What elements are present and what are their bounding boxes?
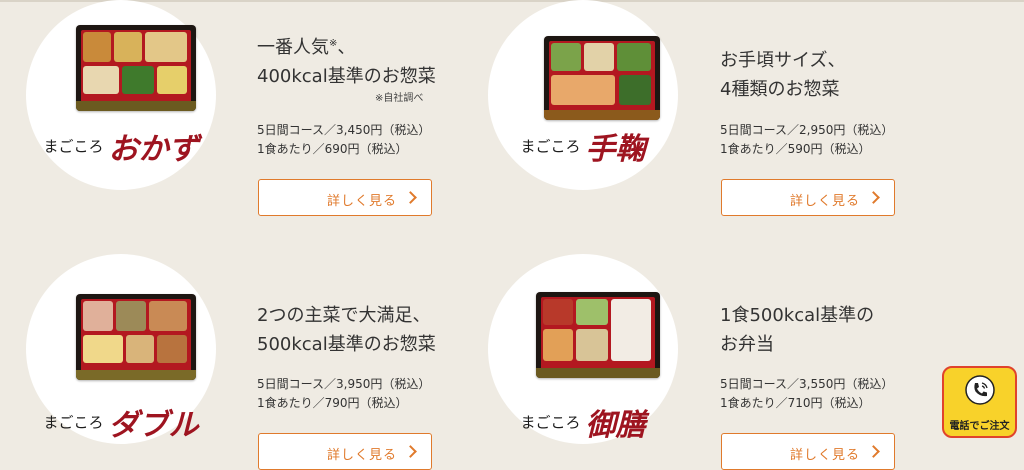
chevron-right-icon [867,445,880,458]
product-headline: お手頃サイズ、 4種類のお惣菜 [720,50,846,100]
product-headline: 1食500kcal基準の お弁当 [720,305,875,355]
product-image-circle: まごころ 御膳 [488,254,678,444]
brand-logo: まごころ 手鞠 [520,132,646,167]
product-card-temari: まごころ 手鞠 お手頃サイズ、 4種類のお惣菜 5日間コース／2,950円（税込… [0,0,1024,230]
price-info: 5日間コース／3,550円（税込） 1食あたり／710円（税込） [720,377,894,410]
brand-logo: まごころ 御膳 [520,408,646,443]
phone-icon [965,375,995,405]
bento-image [536,292,660,378]
price-info: 5日間コース／2,950円（税込） 1食あたり／590円（税込） [720,123,894,156]
phone-order-button[interactable]: 電話でご注文 [942,366,1017,438]
details-button[interactable]: 詳しく見る [721,179,895,216]
bento-image [544,36,660,120]
product-card-gozen: まごころ 御膳 1食500kcal基準の お弁当 5日間コース／3,550円（税… [0,254,1024,470]
phone-order-label: 電話でご注文 [949,421,1010,432]
details-button[interactable]: 詳しく見る [721,433,895,470]
chevron-right-icon [867,191,880,204]
product-image-circle: まごころ 手鞠 [488,0,678,190]
